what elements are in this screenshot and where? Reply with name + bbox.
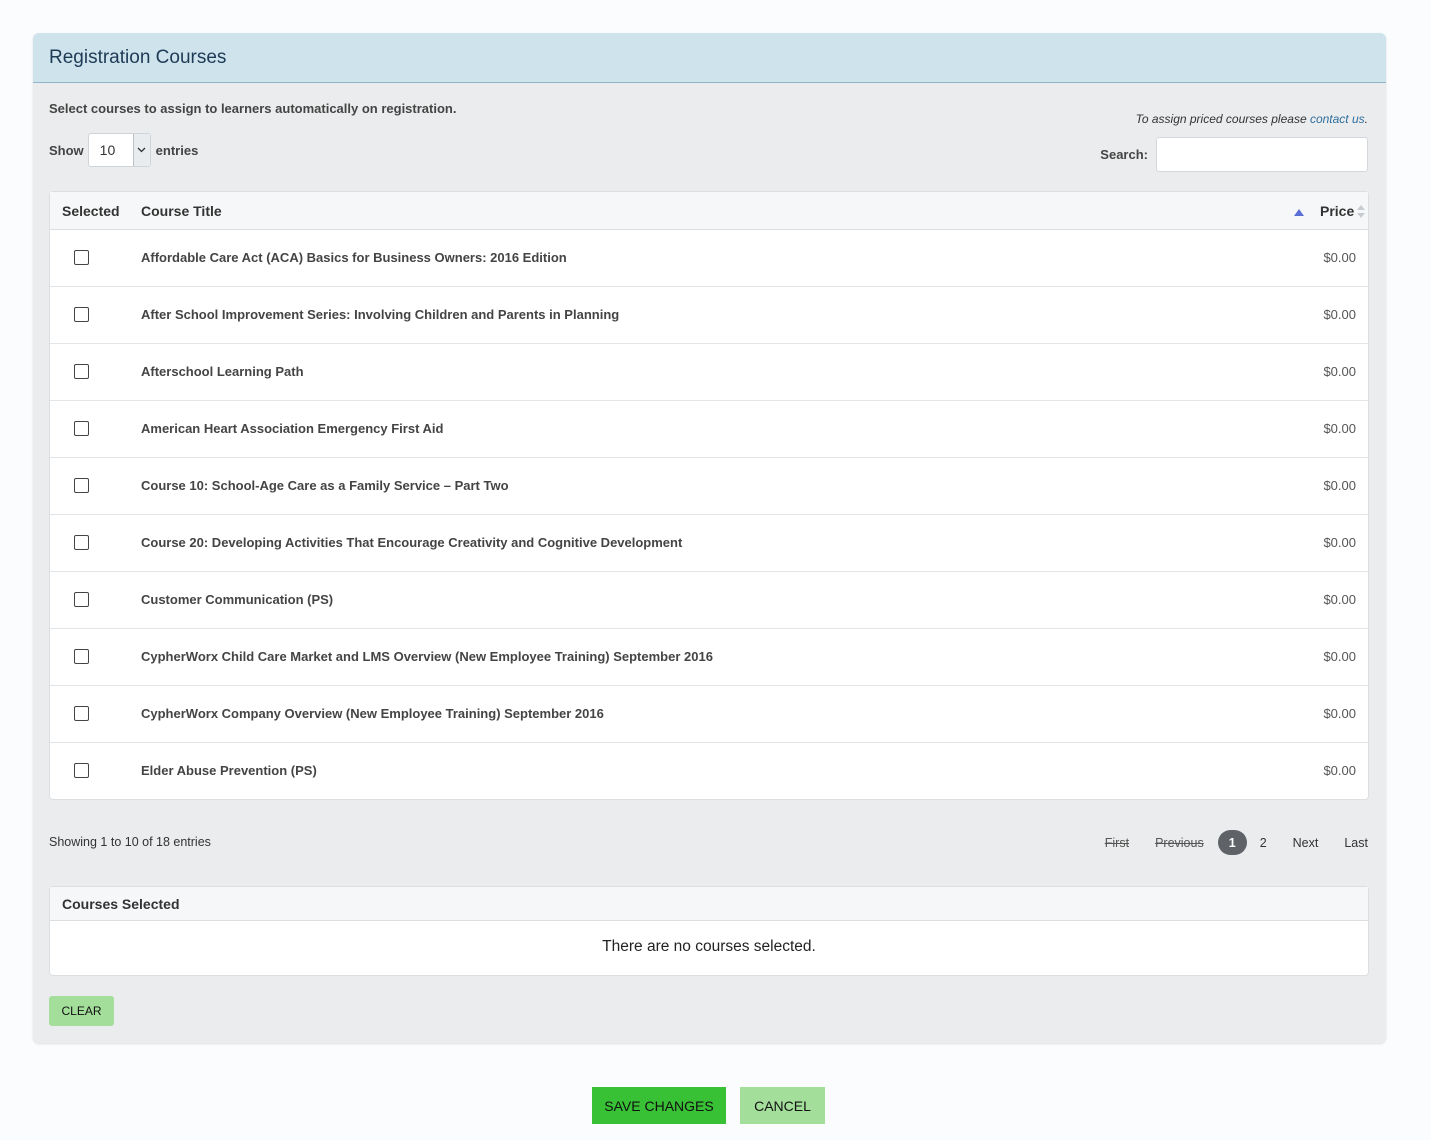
table-row: Afterschool Learning Path $0.00 [50, 344, 1368, 401]
course-checkbox[interactable] [74, 364, 89, 379]
pager-page-2[interactable]: 2 [1260, 836, 1267, 850]
course-title: Course 10: School-Age Care as a Family S… [141, 478, 509, 493]
priced-note-period: . [1364, 112, 1368, 126]
course-checkbox[interactable] [74, 307, 89, 322]
sort-ascending-icon [1294, 203, 1304, 219]
course-title: Course 20: Developing Activities That En… [141, 535, 683, 550]
intro-text: Select courses to assign to learners aut… [49, 101, 457, 116]
chevron-down-icon [132, 134, 150, 166]
course-checkbox[interactable] [74, 763, 89, 778]
column-header-selected[interactable]: Selected [62, 203, 120, 219]
course-title: Afterschool Learning Path [141, 364, 304, 379]
courses-table: Selected Course Title Price Affordable C… [49, 191, 1369, 800]
entries-select-value: 10 [99, 142, 116, 158]
column-header-price[interactable]: Price [1320, 203, 1366, 219]
no-courses-message: There are no courses selected. [602, 938, 816, 955]
course-checkbox[interactable] [74, 592, 89, 607]
price-header-label: Price [1320, 203, 1355, 219]
course-title: Elder Abuse Prevention (PS) [141, 763, 317, 778]
search-label: Search: [1100, 147, 1148, 162]
priced-courses-note: To assign priced courses please contact … [1136, 112, 1368, 126]
course-price: $0.00 [1323, 535, 1356, 550]
pagination: First Previous 1 2 Next Last [1079, 830, 1368, 855]
course-checkbox[interactable] [74, 706, 89, 721]
pager-previous[interactable]: Previous [1155, 836, 1204, 850]
table-row: Elder Abuse Prevention (PS) $0.00 [50, 743, 1368, 799]
search-input[interactable] [1156, 137, 1368, 172]
entries-label: entries [155, 142, 199, 158]
table-row: CypherWorx Company Overview (New Employe… [50, 686, 1368, 743]
table-row: CypherWorx Child Care Market and LMS Ove… [50, 629, 1368, 686]
course-price: $0.00 [1323, 706, 1356, 721]
course-price: $0.00 [1323, 649, 1356, 664]
course-title: American Heart Association Emergency Fir… [141, 421, 444, 436]
courses-selected-box: Courses Selected There are no courses se… [49, 886, 1369, 976]
table-info: Showing 1 to 10 of 18 entries [49, 835, 211, 849]
entries-length-control: Show 10 entries [49, 133, 198, 167]
course-price: $0.00 [1323, 478, 1356, 493]
contact-us-link[interactable]: contact us [1310, 112, 1365, 126]
course-price: $0.00 [1323, 307, 1356, 322]
table-row: Affordable Care Act (ACA) Basics for Bus… [50, 230, 1368, 287]
table-row: After School Improvement Series: Involvi… [50, 287, 1368, 344]
course-title: After School Improvement Series: Involvi… [141, 307, 620, 322]
course-title: Affordable Care Act (ACA) Basics for Bus… [141, 250, 567, 265]
table-row: American Heart Association Emergency Fir… [50, 401, 1368, 458]
cancel-button[interactable]: CANCEL [740, 1087, 825, 1124]
table-row: Customer Communication (PS) $0.00 [50, 572, 1368, 629]
table-header: Selected Course Title Price [50, 192, 1368, 230]
course-title: CypherWorx Child Care Market and LMS Ove… [141, 649, 713, 664]
table-row: Course 10: School-Age Care as a Family S… [50, 458, 1368, 515]
priced-note-text: To assign priced courses please [1135, 112, 1310, 126]
pager-first[interactable]: First [1105, 836, 1129, 850]
save-changes-button[interactable]: SAVE CHANGES [592, 1087, 726, 1124]
course-price: $0.00 [1323, 763, 1356, 778]
table-row: Course 20: Developing Activities That En… [50, 515, 1368, 572]
course-price: $0.00 [1323, 592, 1356, 607]
show-label: Show [49, 142, 84, 158]
search-control: Search: [1100, 137, 1368, 172]
course-title: Customer Communication (PS) [141, 592, 334, 607]
pager-page-1[interactable]: 1 [1217, 830, 1247, 855]
clear-button[interactable]: CLEAR [49, 996, 114, 1026]
course-checkbox[interactable] [74, 421, 89, 436]
course-price: $0.00 [1323, 364, 1356, 379]
pager-next[interactable]: Next [1293, 836, 1319, 850]
panel-title: Registration Courses [49, 46, 227, 68]
column-header-course-title[interactable]: Course Title [141, 203, 222, 219]
sort-both-icon [1357, 204, 1366, 218]
course-title: CypherWorx Company Overview (New Employe… [141, 706, 604, 721]
course-price: $0.00 [1323, 250, 1356, 265]
registration-courses-panel: Registration Courses Select courses to a… [33, 33, 1386, 1043]
panel-header: Registration Courses [33, 33, 1386, 83]
entries-select[interactable]: 10 [87, 133, 151, 167]
course-price: $0.00 [1323, 421, 1356, 436]
courses-selected-title: Courses Selected [50, 887, 1368, 921]
pager-last[interactable]: Last [1344, 836, 1368, 850]
course-checkbox[interactable] [74, 478, 89, 493]
course-checkbox[interactable] [74, 535, 89, 550]
course-checkbox[interactable] [74, 649, 89, 664]
table-body: Affordable Care Act (ACA) Basics for Bus… [50, 230, 1368, 799]
course-checkbox[interactable] [74, 250, 89, 265]
